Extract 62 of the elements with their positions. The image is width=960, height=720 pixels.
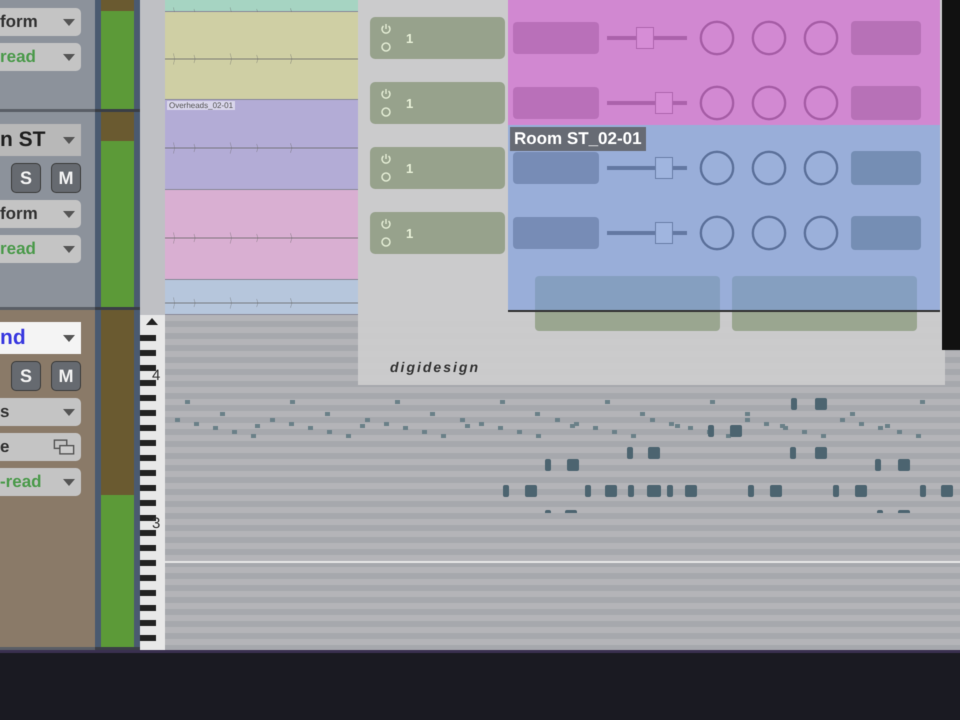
track-name: nd <box>0 326 26 350</box>
dropdown-label: read <box>0 47 36 67</box>
track-name-field[interactable]: nd <box>0 322 81 354</box>
slider-thumb[interactable] <box>655 222 673 244</box>
brand-logo: digidesign <box>390 359 481 375</box>
output-label: e <box>0 437 10 457</box>
octave-label: 4 <box>152 367 160 384</box>
solo-button[interactable]: S <box>11 163 41 193</box>
dropdown[interactable]: form <box>0 200 81 228</box>
solo-button[interactable]: S <box>11 361 41 391</box>
audio-clip[interactable] <box>165 190 358 280</box>
dropdown[interactable]: s <box>0 398 81 426</box>
knob-icon[interactable] <box>698 149 736 187</box>
display-panel <box>851 151 921 185</box>
knob-icon[interactable] <box>750 214 788 252</box>
caret-icon <box>63 136 75 144</box>
dropdown-label: -read <box>0 472 42 492</box>
knob-icon[interactable] <box>802 214 840 252</box>
knob-icon[interactable] <box>802 149 840 187</box>
circle-icon <box>380 171 392 183</box>
slider-thumb[interactable] <box>655 157 673 179</box>
name-field[interactable] <box>513 217 599 249</box>
power-icon[interactable] <box>380 218 392 230</box>
caret-icon <box>63 334 75 342</box>
octave-label: 3 <box>152 515 160 532</box>
caret-icon <box>63 54 75 60</box>
knob-icon[interactable] <box>698 214 736 252</box>
power-icon[interactable] <box>380 23 392 35</box>
caret-icon <box>63 246 75 252</box>
slot-number: 1 <box>406 160 414 176</box>
dropdown-label: s <box>0 402 10 422</box>
clip-name: Overheads_02-01 <box>167 101 236 110</box>
power-icon[interactable] <box>380 153 392 165</box>
display-panel <box>851 216 921 250</box>
circle-icon <box>380 41 392 53</box>
level-slider[interactable] <box>607 222 687 244</box>
slot-number: 1 <box>406 30 414 46</box>
name-field[interactable] <box>513 152 599 184</box>
region-name: Room ST_02-01 <box>510 127 646 151</box>
knob-icon[interactable] <box>750 149 788 187</box>
mute-button[interactable]: M <box>51 163 81 193</box>
dropdown[interactable]: form <box>0 8 81 36</box>
slot-number: 1 <box>406 226 414 240</box>
audio-clip[interactable]: Overheads_02-01 <box>165 100 358 190</box>
circle-icon <box>380 106 392 118</box>
dropdown-label: form <box>0 12 38 32</box>
caret-icon <box>63 18 75 26</box>
dropdown-label: read <box>0 239 36 259</box>
caret-icon <box>63 478 75 486</box>
dropdown-label: form <box>0 204 38 224</box>
slot-number: 1 <box>406 96 414 110</box>
output-selector[interactable]: e <box>0 433 81 461</box>
level-slider[interactable] <box>607 157 687 179</box>
circle-icon <box>380 236 392 248</box>
track-name: n ST <box>0 128 46 152</box>
windows-icon <box>53 438 75 456</box>
caret-icon <box>63 408 75 416</box>
power-icon[interactable] <box>380 88 392 100</box>
track-name-field[interactable]: n ST <box>0 124 81 156</box>
mute-button[interactable]: M <box>51 361 81 391</box>
caret-icon <box>63 210 75 218</box>
audio-clip[interactable] <box>165 280 358 315</box>
